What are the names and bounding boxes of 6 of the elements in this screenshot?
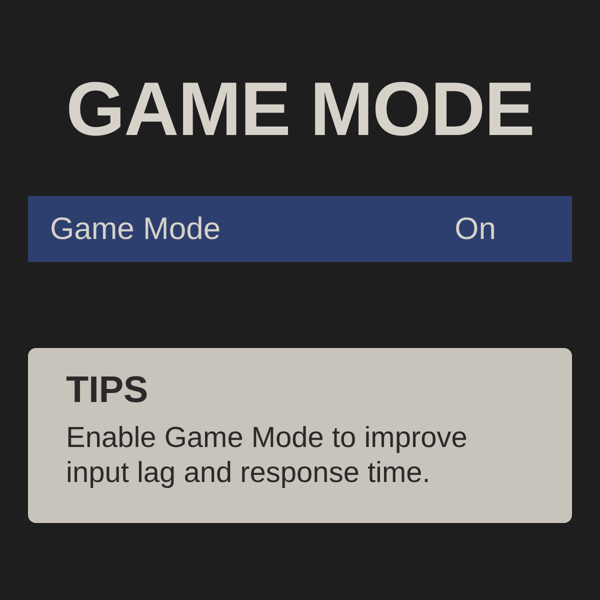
setting-row[interactable]: Game Mode On <box>28 196 572 262</box>
tips-heading: TIPS <box>66 370 150 411</box>
page-title: GAME MODE <box>64 72 536 154</box>
tips-text: Enable Game Mode to improve input lag and response time. <box>66 420 468 491</box>
setting-label: Game Mode <box>50 211 221 247</box>
setting-value: On <box>454 211 496 247</box>
